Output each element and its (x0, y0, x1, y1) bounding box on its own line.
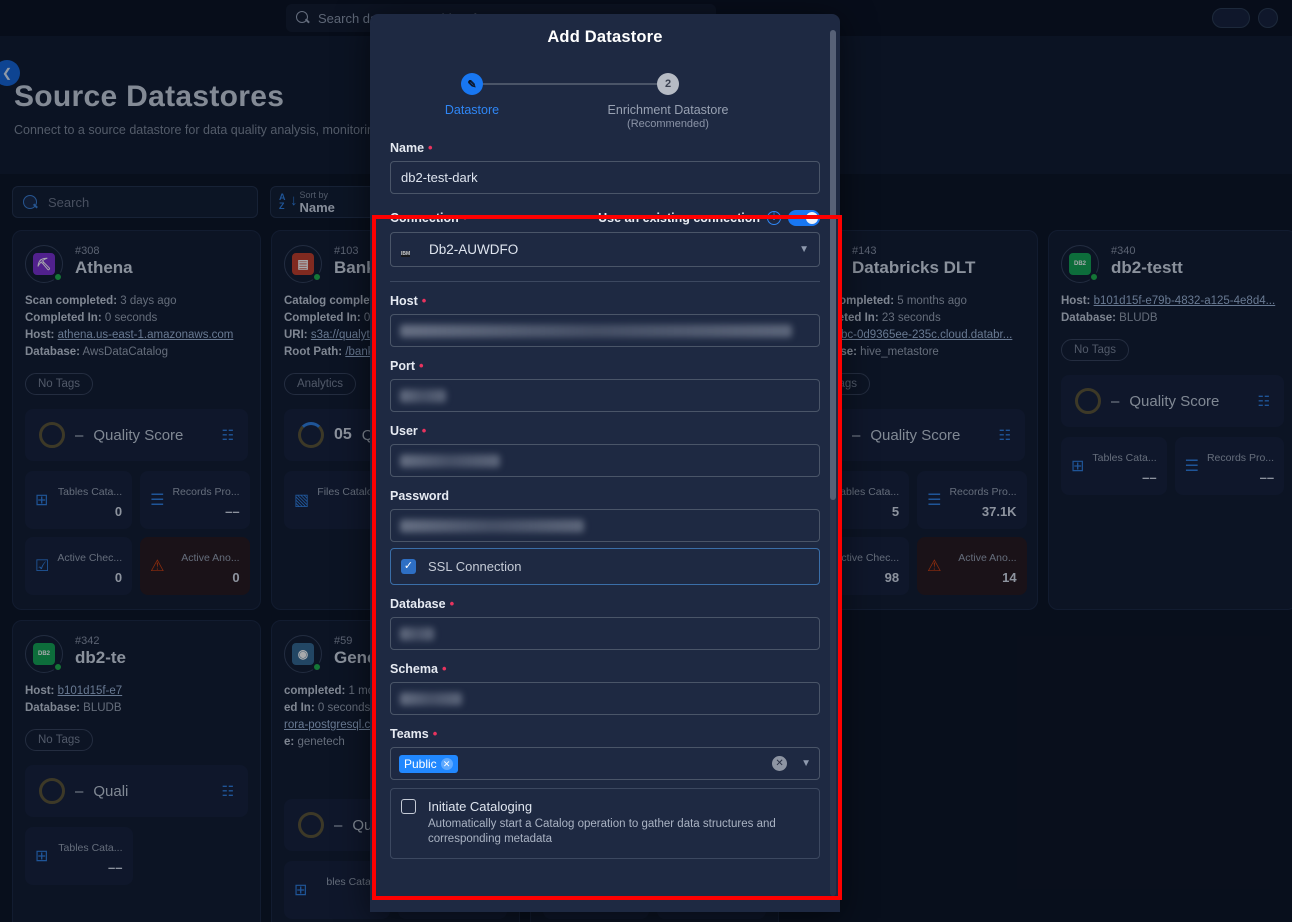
required-asterisk-icon: • (421, 423, 427, 438)
redacted-port-value (400, 389, 446, 402)
password-label: Password (390, 489, 820, 503)
redacted-password-value (400, 519, 584, 532)
add-datastore-modal: Add Datastore ✎ Datastore 2 Enrichment D… (370, 14, 840, 912)
pencil-icon: ✎ (461, 73, 483, 95)
step-enrichment-label: Enrichment Datastore (607, 103, 729, 117)
clear-icon[interactable]: ✕ (772, 756, 788, 771)
ssl-connection-label: SSL Connection (428, 559, 522, 574)
name-field-group: Name • (390, 141, 820, 194)
host-field-group: Host • (390, 294, 820, 347)
redacted-schema-value (400, 692, 462, 705)
host-label-text: Host (390, 294, 418, 308)
password-field-group: Password (390, 489, 820, 542)
password-label-text: Password (390, 489, 450, 503)
use-existing-connection-toggle[interactable] (788, 210, 820, 226)
port-input[interactable] (390, 379, 820, 412)
name-label: Name • (390, 141, 820, 155)
teams-field-group: Teams • Public ✕ ✕ ▼ (390, 727, 820, 780)
connection-selected-value: Db2-AUWDFO (429, 242, 519, 257)
user-label: User • (390, 424, 820, 438)
port-field-group: Port • (390, 359, 820, 412)
user-field-group: User • (390, 424, 820, 477)
db2-icon-top: IBM (401, 250, 411, 257)
use-existing-connection-label: Use an existing connection (598, 211, 760, 225)
port-label-text: Port (390, 359, 415, 373)
port-label: Port • (390, 359, 820, 373)
teams-multiselect[interactable]: Public ✕ ✕ ▼ (390, 747, 820, 780)
modal-scrollbar[interactable] (830, 30, 836, 896)
step-2-icon: 2 (657, 73, 679, 95)
initiate-cataloging-title: Initiate Cataloging (428, 799, 533, 814)
required-asterisk-icon: • (462, 210, 468, 225)
name-label-text: Name (390, 141, 425, 155)
step-enrichment-sublabel: (Recommended) (627, 118, 709, 130)
user-label-text: User (390, 424, 418, 438)
checkbox-unchecked-icon[interactable] (401, 799, 416, 814)
host-label: Host • (390, 294, 820, 308)
database-input[interactable] (390, 617, 820, 650)
connection-select[interactable]: IBM DB2 Db2-AUWDFO ▼ (390, 232, 820, 267)
connection-label: Connection • (390, 211, 467, 225)
initiate-cataloging-description: Automatically start a Catalog operation … (428, 818, 776, 845)
ssl-connection-checkbox-row[interactable]: ✓ SSL Connection (390, 548, 820, 585)
required-asterisk-icon: • (428, 140, 433, 155)
redacted-user-value (400, 454, 500, 467)
teams-label: Teams • (390, 727, 820, 741)
database-label-text: Database (390, 597, 446, 611)
connection-field-group: Connection • Use an existing connection … (390, 210, 820, 267)
app-root: Search datastores, tables, f ❮ Source Da… (0, 0, 1292, 922)
chevron-down-icon[interactable]: ▼ (801, 758, 811, 769)
checkbox-checked-icon[interactable]: ✓ (401, 559, 416, 574)
modal-scrollbar-thumb[interactable] (830, 30, 836, 500)
step-datastore-label: Datastore (444, 103, 500, 117)
close-icon[interactable]: ✕ (440, 757, 453, 770)
modal-stepper: ✎ Datastore 2 Enrichment Datastore (Reco… (390, 73, 820, 139)
schema-field-group: Schema • (390, 662, 820, 715)
required-asterisk-icon: • (449, 596, 455, 611)
connection-label-text: Connection (390, 211, 459, 225)
redacted-database-value (400, 627, 434, 640)
required-asterisk-icon: • (441, 661, 447, 676)
step-enrichment-datastore[interactable]: 2 Enrichment Datastore (Recommended) (588, 73, 748, 130)
modal-title: Add Datastore (547, 28, 663, 46)
database-label: Database • (390, 597, 820, 611)
database-field-group: Database • (390, 597, 820, 650)
modal-divider (390, 281, 820, 282)
schema-label-text: Schema (390, 662, 438, 676)
required-asterisk-icon: • (421, 293, 427, 308)
chevron-down-icon: ▼ (799, 244, 809, 255)
teams-label-text: Teams (390, 727, 429, 741)
db2-icon: IBM DB2 (401, 242, 419, 258)
step-datastore[interactable]: ✎ Datastore (392, 73, 552, 117)
redacted-host-value (400, 324, 792, 337)
required-asterisk-icon: • (432, 726, 438, 741)
name-input[interactable] (390, 161, 820, 194)
required-asterisk-icon: • (419, 358, 424, 373)
info-icon[interactable]: i (767, 211, 781, 225)
schema-label: Schema • (390, 662, 820, 676)
team-chip[interactable]: Public ✕ (399, 754, 458, 773)
initiate-cataloging-row[interactable]: Initiate Cataloging Automatically start … (390, 788, 820, 859)
team-chip-label: Public (404, 756, 437, 771)
